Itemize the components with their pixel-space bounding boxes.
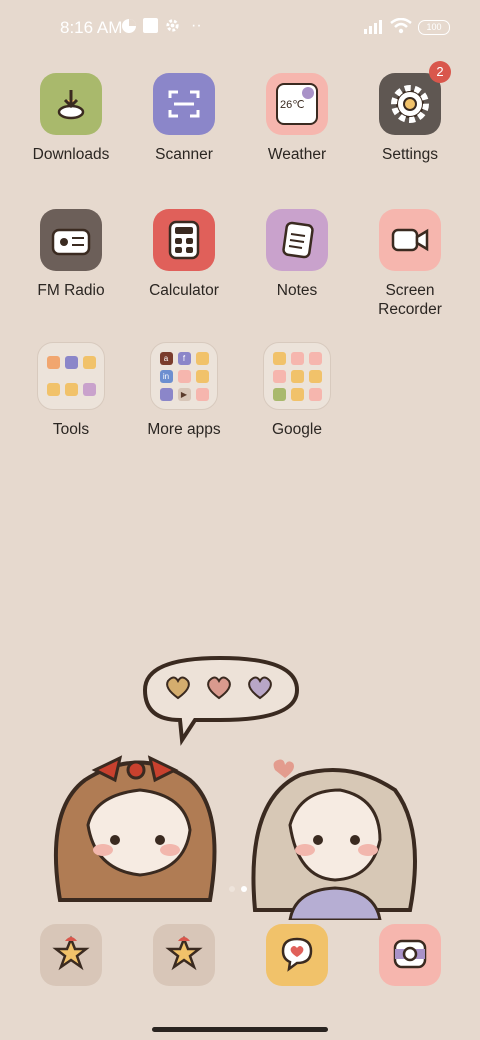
app-mini-icon (177, 369, 191, 383)
status-time: 8:16 AM (60, 18, 123, 37)
calculator-icon (153, 209, 215, 271)
app-settings[interactable]: 2 Settings (354, 61, 466, 164)
app-fm-radio[interactable]: FM Radio (15, 209, 127, 300)
video-camera-icon (379, 209, 441, 271)
weather-icon: 26℃ (266, 73, 328, 135)
folder-tools[interactable]: Tools (15, 342, 127, 439)
app-mini-icon (64, 356, 78, 369)
battery-level: 100 (426, 22, 442, 32)
more-notifications-icon: ·· (191, 17, 202, 34)
app-label: Calculator (149, 282, 219, 299)
dock-app-1[interactable] (40, 924, 102, 986)
star-icon (164, 933, 204, 978)
folder-label: Google (272, 421, 322, 438)
folder-label: Tools (52, 421, 90, 438)
gear-icon (165, 18, 180, 38)
notification-square-icon (143, 18, 158, 38)
play-store-icon: ▶ (177, 387, 191, 401)
app-mini-icon (64, 383, 78, 396)
gmail-icon (290, 351, 304, 365)
page-dot (229, 886, 235, 892)
dock-app-3[interactable] (266, 924, 328, 986)
app-label: FM Radio (37, 282, 105, 299)
gear-icon: 2 (379, 61, 451, 135)
app-label: Downloads (32, 146, 110, 163)
app-label: Notes (276, 282, 318, 299)
chat-heart-icon (277, 933, 317, 978)
amazon-icon: a (159, 351, 173, 365)
facebook-icon: f (177, 351, 191, 365)
folder-grid (37, 342, 105, 410)
app-label: Weather (267, 146, 327, 163)
app-label: Settings (381, 146, 438, 163)
notes-icon (266, 209, 328, 271)
star-icon (51, 933, 91, 978)
app-mini-icon (195, 351, 209, 365)
app-mini-icon (308, 387, 322, 401)
app-label: Scanner (155, 146, 213, 163)
app-label: Screen Recorder (378, 282, 442, 318)
dock-app-4[interactable] (379, 924, 441, 986)
app-mini-icon (82, 356, 96, 369)
app-mini-icon (290, 387, 304, 401)
scanner-icon (153, 73, 215, 135)
wifi-icon (390, 17, 412, 39)
app-weather[interactable]: 26℃ Weather (241, 73, 353, 164)
app-scanner[interactable]: Scanner (128, 73, 240, 164)
app-mini-icon (82, 383, 96, 396)
data-saver-icon (121, 18, 137, 39)
page-indicator[interactable] (229, 879, 253, 897)
app-mini-icon (308, 351, 322, 365)
folder-more-apps[interactable]: a f in ▶ More apps (128, 342, 240, 439)
linkedin-icon: in (159, 369, 173, 383)
status-bar: 8:16 AM ·· 100 (0, 0, 480, 56)
app-mini-icon (46, 383, 60, 396)
page-dot-active (241, 886, 247, 892)
app-mini-icon (272, 351, 286, 365)
folder-google[interactable]: Google (241, 342, 353, 439)
app-notes[interactable]: Notes (241, 209, 353, 300)
radio-icon (40, 209, 102, 271)
app-screen-recorder[interactable]: Screen Recorder (354, 209, 466, 319)
app-mini-icon (195, 387, 209, 401)
battery-icon: 100 (418, 20, 450, 35)
folder-grid (263, 342, 331, 410)
app-mini-icon (308, 369, 322, 383)
folder-grid: a f in ▶ (150, 342, 218, 410)
signal-icon (363, 18, 385, 39)
dock-app-2[interactable] (153, 924, 215, 986)
youtube-icon (272, 369, 286, 383)
weather-temp: 26℃ (280, 99, 305, 111)
chrome-icon (272, 387, 286, 401)
notification-badge: 2 (429, 61, 451, 83)
app-mini-icon (195, 369, 209, 383)
download-icon (40, 73, 102, 135)
app-downloads[interactable]: Downloads (15, 73, 127, 164)
app-mini-icon (159, 387, 173, 401)
camera-icon (390, 933, 430, 978)
home-indicator[interactable] (152, 1027, 328, 1032)
folder-label: More apps (147, 421, 221, 438)
app-calculator[interactable]: Calculator (128, 209, 240, 300)
app-mini-icon (290, 369, 304, 383)
app-mini-icon (46, 356, 60, 369)
